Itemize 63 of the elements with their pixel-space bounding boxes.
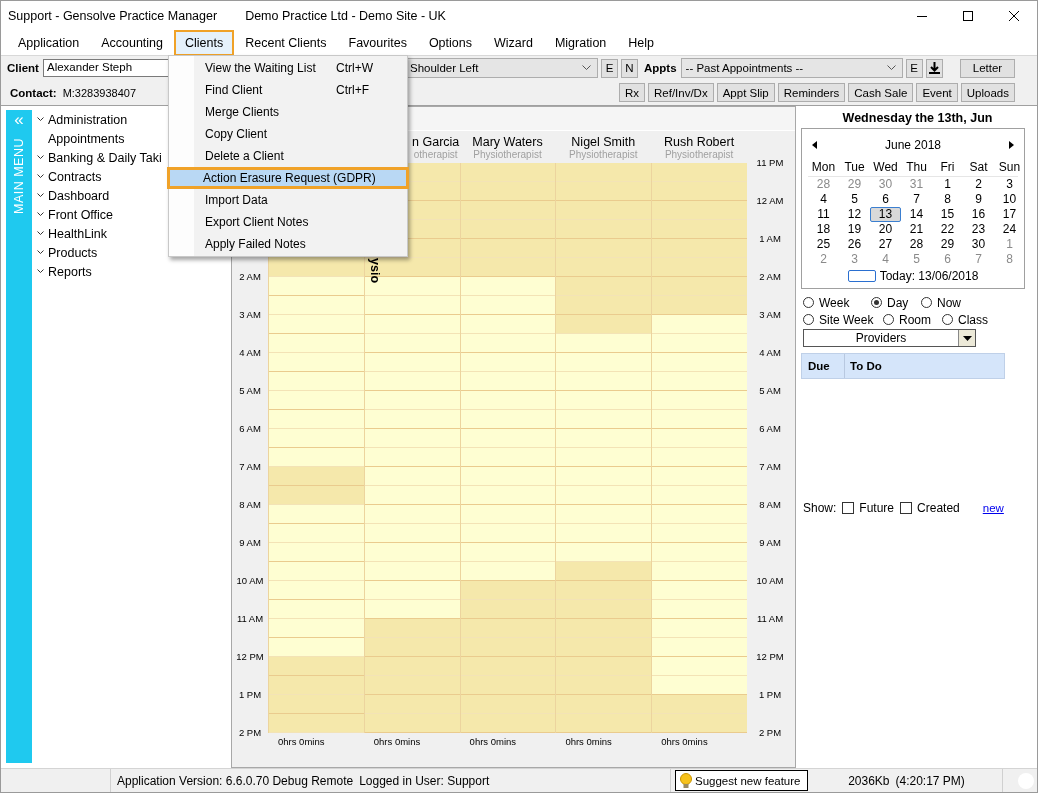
contact-value: M:3283938407: [62, 86, 137, 99]
client-label: Client: [7, 62, 40, 75]
time-label: 4 AM: [758, 346, 782, 360]
time-label: 11 AM: [235, 612, 265, 626]
time-label: 10 AM: [235, 574, 265, 588]
hours-total: 0hrs 0mins: [564, 735, 613, 749]
weekday-label: Thu: [905, 159, 928, 176]
time-label: 6 AM: [238, 422, 262, 436]
provider-name: Mary Waters: [472, 135, 543, 149]
weekday-label: Tue: [843, 159, 866, 176]
clock-text: (4:20:17 PM): [895, 773, 965, 788]
version-text: Application Version: 6.6.0.70 Debug Remote: [117, 773, 354, 788]
time-label: 2 PM: [237, 726, 263, 740]
memory-text: 2036Kb: [848, 773, 890, 788]
hours-total: 0hrs 0mins: [468, 735, 518, 749]
appts-label: Appts: [644, 62, 677, 75]
provider-role: Physiotherapist: [473, 149, 542, 161]
month-title: June 2018: [884, 138, 942, 152]
time-label: 7 AM: [238, 460, 262, 474]
time-label: 12 PM: [755, 650, 785, 664]
time-label: 10 AM: [755, 574, 785, 588]
time-label: 5 AM: [238, 384, 262, 398]
hours-total: 0hrs 0mins: [372, 735, 422, 749]
time-label: 8 AM: [758, 498, 782, 512]
provider-name: Nigel Smith: [571, 135, 636, 149]
provider-role: otherapist: [413, 149, 458, 161]
time-label: 2 AM: [758, 270, 782, 284]
time-label: 12 PM: [235, 650, 265, 664]
provider-name: Rush Robert: [664, 135, 735, 149]
window-title: Support - Gensolve Practice Manager: [8, 9, 218, 23]
date-heading: Wednesday the 13th, Jun: [841, 111, 994, 125]
time-label: 6 AM: [758, 422, 782, 436]
time-label: 11 AM: [755, 612, 785, 626]
provider-name: n Garcia: [412, 135, 460, 149]
contact-label: Contact:: [10, 86, 57, 99]
time-label: 11 PM: [755, 156, 785, 170]
time-label: 2 AM: [238, 270, 262, 284]
hours-total: 0hrs 0mins: [277, 735, 326, 749]
weekday-label: Mon: [810, 159, 837, 176]
time-label: 7 AM: [758, 460, 782, 474]
time-label: 9 AM: [758, 536, 782, 550]
window-subtitle: Demo Practice Ltd - Demo Site - UK: [245, 9, 446, 23]
provider-role: Physiotherapist: [664, 149, 734, 161]
time-label: 3 AM: [238, 308, 262, 322]
time-label: 2 PM: [757, 726, 783, 740]
time-label: 1 PM: [237, 688, 263, 702]
time-label: 9 AM: [238, 536, 262, 550]
provider-role: Physiotherapist: [569, 149, 638, 161]
time-label: 8 AM: [238, 498, 262, 512]
time-label: 4 AM: [238, 346, 262, 360]
time-label: 12 AM: [755, 194, 785, 208]
weekday-label: Sat: [968, 159, 989, 176]
hours-total: 0hrs 0mins: [660, 735, 709, 749]
user-text: Logged in User: Support: [359, 773, 490, 788]
main-menu-title: MAIN MENU: [12, 138, 26, 215]
time-label: 5 AM: [758, 384, 782, 398]
show-label: Show:: [803, 501, 837, 515]
weekday-label: Fri: [939, 159, 956, 176]
time-label: 1 PM: [757, 688, 783, 702]
weekday-label: Wed: [872, 159, 899, 176]
time-label: 3 AM: [758, 308, 782, 322]
weekday-label: Sun: [997, 159, 1022, 176]
time-label: 1 AM: [758, 232, 782, 246]
